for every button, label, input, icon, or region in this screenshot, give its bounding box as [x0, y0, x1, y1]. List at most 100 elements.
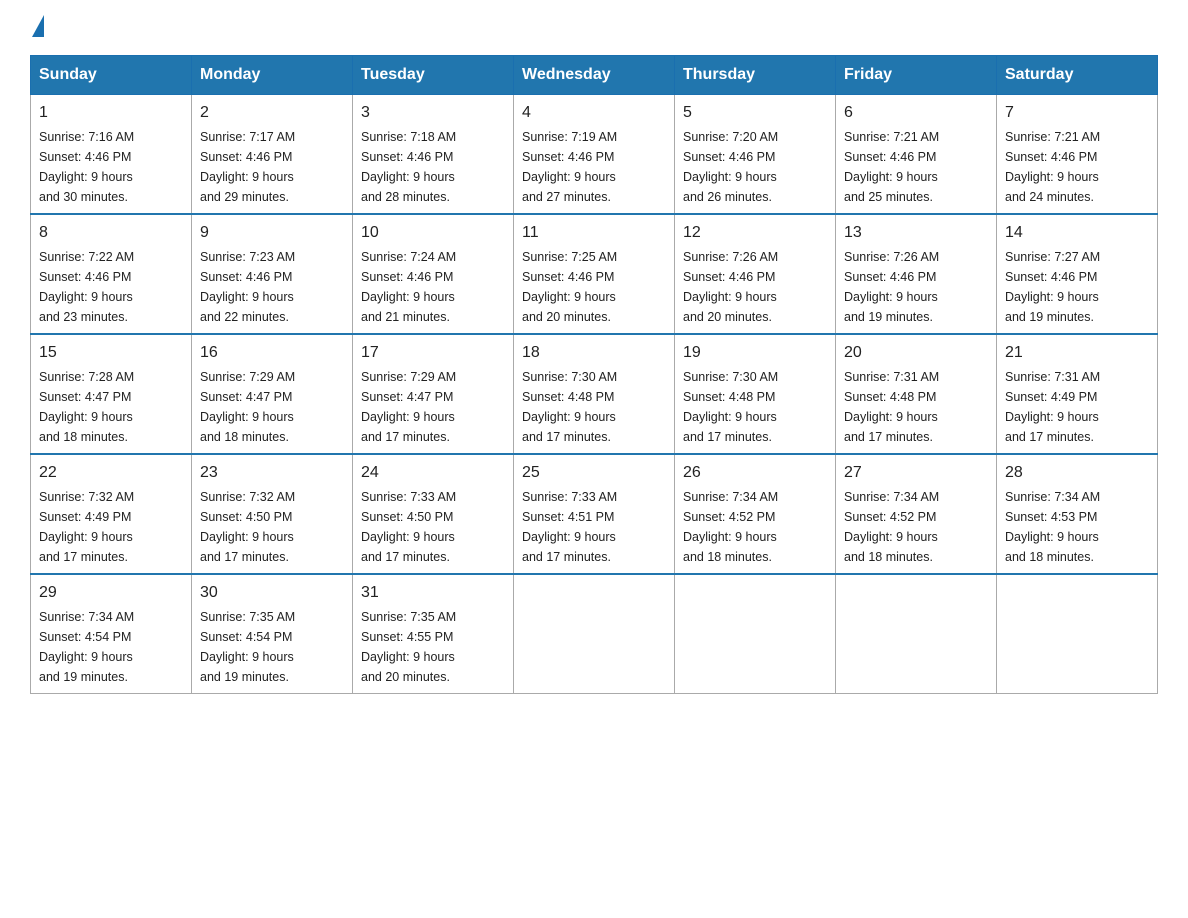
calendar-cell: 9Sunrise: 7:23 AMSunset: 4:46 PMDaylight…	[192, 214, 353, 334]
day-info: Sunrise: 7:19 AMSunset: 4:46 PMDaylight:…	[522, 127, 666, 207]
calendar-cell: 29Sunrise: 7:34 AMSunset: 4:54 PMDayligh…	[31, 574, 192, 694]
page-header	[30, 20, 1158, 35]
day-number: 27	[844, 461, 988, 485]
logo-triangle-icon	[32, 15, 44, 37]
day-number: 22	[39, 461, 183, 485]
day-info: Sunrise: 7:32 AMSunset: 4:50 PMDaylight:…	[200, 487, 344, 567]
day-info: Sunrise: 7:30 AMSunset: 4:48 PMDaylight:…	[683, 367, 827, 447]
day-info: Sunrise: 7:35 AMSunset: 4:54 PMDaylight:…	[200, 607, 344, 687]
day-info: Sunrise: 7:21 AMSunset: 4:46 PMDaylight:…	[1005, 127, 1149, 207]
calendar-cell: 2Sunrise: 7:17 AMSunset: 4:46 PMDaylight…	[192, 95, 353, 215]
calendar-week-row: 29Sunrise: 7:34 AMSunset: 4:54 PMDayligh…	[31, 574, 1158, 694]
day-info: Sunrise: 7:25 AMSunset: 4:46 PMDaylight:…	[522, 247, 666, 327]
day-info: Sunrise: 7:27 AMSunset: 4:46 PMDaylight:…	[1005, 247, 1149, 327]
calendar-cell: 24Sunrise: 7:33 AMSunset: 4:50 PMDayligh…	[353, 454, 514, 574]
calendar-cell: 10Sunrise: 7:24 AMSunset: 4:46 PMDayligh…	[353, 214, 514, 334]
day-info: Sunrise: 7:28 AMSunset: 4:47 PMDaylight:…	[39, 367, 183, 447]
day-info: Sunrise: 7:22 AMSunset: 4:46 PMDaylight:…	[39, 247, 183, 327]
day-number: 11	[522, 221, 666, 245]
day-info: Sunrise: 7:18 AMSunset: 4:46 PMDaylight:…	[361, 127, 505, 207]
day-number: 10	[361, 221, 505, 245]
day-info: Sunrise: 7:35 AMSunset: 4:55 PMDaylight:…	[361, 607, 505, 687]
day-info: Sunrise: 7:23 AMSunset: 4:46 PMDaylight:…	[200, 247, 344, 327]
calendar-cell: 31Sunrise: 7:35 AMSunset: 4:55 PMDayligh…	[353, 574, 514, 694]
day-number: 19	[683, 341, 827, 365]
calendar-cell: 22Sunrise: 7:32 AMSunset: 4:49 PMDayligh…	[31, 454, 192, 574]
calendar-cell: 5Sunrise: 7:20 AMSunset: 4:46 PMDaylight…	[675, 95, 836, 215]
day-info: Sunrise: 7:33 AMSunset: 4:51 PMDaylight:…	[522, 487, 666, 567]
day-number: 6	[844, 101, 988, 125]
day-header-thursday: Thursday	[675, 56, 836, 95]
day-info: Sunrise: 7:34 AMSunset: 4:54 PMDaylight:…	[39, 607, 183, 687]
day-number: 7	[1005, 101, 1149, 125]
day-info: Sunrise: 7:30 AMSunset: 4:48 PMDaylight:…	[522, 367, 666, 447]
logo	[30, 20, 44, 35]
day-info: Sunrise: 7:26 AMSunset: 4:46 PMDaylight:…	[683, 247, 827, 327]
day-number: 4	[522, 101, 666, 125]
day-header-monday: Monday	[192, 56, 353, 95]
day-number: 30	[200, 581, 344, 605]
day-number: 25	[522, 461, 666, 485]
day-info: Sunrise: 7:29 AMSunset: 4:47 PMDaylight:…	[361, 367, 505, 447]
day-info: Sunrise: 7:20 AMSunset: 4:46 PMDaylight:…	[683, 127, 827, 207]
calendar-cell: 20Sunrise: 7:31 AMSunset: 4:48 PMDayligh…	[836, 334, 997, 454]
calendar-cell	[675, 574, 836, 694]
calendar-table: SundayMondayTuesdayWednesdayThursdayFrid…	[30, 55, 1158, 694]
day-number: 9	[200, 221, 344, 245]
day-info: Sunrise: 7:31 AMSunset: 4:48 PMDaylight:…	[844, 367, 988, 447]
day-number: 23	[200, 461, 344, 485]
day-info: Sunrise: 7:34 AMSunset: 4:52 PMDaylight:…	[683, 487, 827, 567]
day-number: 2	[200, 101, 344, 125]
calendar-cell	[997, 574, 1158, 694]
day-header-saturday: Saturday	[997, 56, 1158, 95]
day-number: 14	[1005, 221, 1149, 245]
day-info: Sunrise: 7:29 AMSunset: 4:47 PMDaylight:…	[200, 367, 344, 447]
calendar-cell: 4Sunrise: 7:19 AMSunset: 4:46 PMDaylight…	[514, 95, 675, 215]
calendar-cell	[836, 574, 997, 694]
day-info: Sunrise: 7:16 AMSunset: 4:46 PMDaylight:…	[39, 127, 183, 207]
day-header-wednesday: Wednesday	[514, 56, 675, 95]
day-number: 26	[683, 461, 827, 485]
calendar-cell: 23Sunrise: 7:32 AMSunset: 4:50 PMDayligh…	[192, 454, 353, 574]
calendar-cell: 15Sunrise: 7:28 AMSunset: 4:47 PMDayligh…	[31, 334, 192, 454]
calendar-week-row: 8Sunrise: 7:22 AMSunset: 4:46 PMDaylight…	[31, 214, 1158, 334]
calendar-cell: 28Sunrise: 7:34 AMSunset: 4:53 PMDayligh…	[997, 454, 1158, 574]
day-number: 16	[200, 341, 344, 365]
day-number: 12	[683, 221, 827, 245]
day-number: 20	[844, 341, 988, 365]
day-info: Sunrise: 7:31 AMSunset: 4:49 PMDaylight:…	[1005, 367, 1149, 447]
day-number: 21	[1005, 341, 1149, 365]
day-number: 31	[361, 581, 505, 605]
calendar-cell: 21Sunrise: 7:31 AMSunset: 4:49 PMDayligh…	[997, 334, 1158, 454]
calendar-cell: 3Sunrise: 7:18 AMSunset: 4:46 PMDaylight…	[353, 95, 514, 215]
calendar-week-row: 15Sunrise: 7:28 AMSunset: 4:47 PMDayligh…	[31, 334, 1158, 454]
calendar-cell: 30Sunrise: 7:35 AMSunset: 4:54 PMDayligh…	[192, 574, 353, 694]
calendar-cell: 19Sunrise: 7:30 AMSunset: 4:48 PMDayligh…	[675, 334, 836, 454]
day-number: 24	[361, 461, 505, 485]
day-number: 8	[39, 221, 183, 245]
calendar-week-row: 1Sunrise: 7:16 AMSunset: 4:46 PMDaylight…	[31, 95, 1158, 215]
calendar-cell: 27Sunrise: 7:34 AMSunset: 4:52 PMDayligh…	[836, 454, 997, 574]
day-number: 17	[361, 341, 505, 365]
day-number: 18	[522, 341, 666, 365]
calendar-cell: 26Sunrise: 7:34 AMSunset: 4:52 PMDayligh…	[675, 454, 836, 574]
calendar-cell: 8Sunrise: 7:22 AMSunset: 4:46 PMDaylight…	[31, 214, 192, 334]
day-number: 3	[361, 101, 505, 125]
day-number: 5	[683, 101, 827, 125]
calendar-cell: 14Sunrise: 7:27 AMSunset: 4:46 PMDayligh…	[997, 214, 1158, 334]
day-number: 29	[39, 581, 183, 605]
day-number: 15	[39, 341, 183, 365]
day-info: Sunrise: 7:17 AMSunset: 4:46 PMDaylight:…	[200, 127, 344, 207]
day-info: Sunrise: 7:34 AMSunset: 4:52 PMDaylight:…	[844, 487, 988, 567]
logo-text	[30, 20, 44, 37]
day-header-tuesday: Tuesday	[353, 56, 514, 95]
calendar-cell: 11Sunrise: 7:25 AMSunset: 4:46 PMDayligh…	[514, 214, 675, 334]
day-header-friday: Friday	[836, 56, 997, 95]
calendar-cell	[514, 574, 675, 694]
calendar-week-row: 22Sunrise: 7:32 AMSunset: 4:49 PMDayligh…	[31, 454, 1158, 574]
calendar-cell: 13Sunrise: 7:26 AMSunset: 4:46 PMDayligh…	[836, 214, 997, 334]
day-info: Sunrise: 7:24 AMSunset: 4:46 PMDaylight:…	[361, 247, 505, 327]
calendar-cell: 7Sunrise: 7:21 AMSunset: 4:46 PMDaylight…	[997, 95, 1158, 215]
calendar-header-row: SundayMondayTuesdayWednesdayThursdayFrid…	[31, 56, 1158, 95]
day-info: Sunrise: 7:34 AMSunset: 4:53 PMDaylight:…	[1005, 487, 1149, 567]
